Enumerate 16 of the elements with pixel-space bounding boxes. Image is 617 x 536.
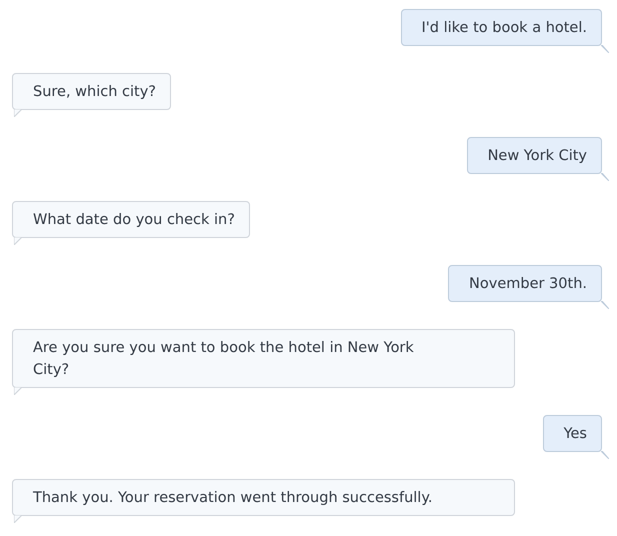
bubble-tail-icon <box>601 301 609 309</box>
bubble-tail-icon <box>14 109 22 117</box>
bot-message: What date do you check in? <box>12 201 250 245</box>
bubble-tail-icon <box>601 451 609 459</box>
bubble-tail-icon <box>14 237 22 245</box>
bubble-tail-icon <box>601 173 609 181</box>
bubble-tail-icon <box>601 45 609 53</box>
user-message: November 30th. <box>448 265 609 309</box>
user-message: I'd like to book a hotel. <box>400 9 609 53</box>
bubble-tail-icon <box>14 387 22 395</box>
bot-message: Thank you. Your reservation went through successfully. <box>12 479 515 523</box>
bot-message: Sure, which city? <box>12 73 171 117</box>
user-message: Yes <box>542 415 609 459</box>
bot-message: Are you sure you want to book the hotel in New York City? <box>12 329 515 395</box>
user-message: New York City <box>466 137 609 181</box>
bubble-tail-icon <box>14 515 22 523</box>
